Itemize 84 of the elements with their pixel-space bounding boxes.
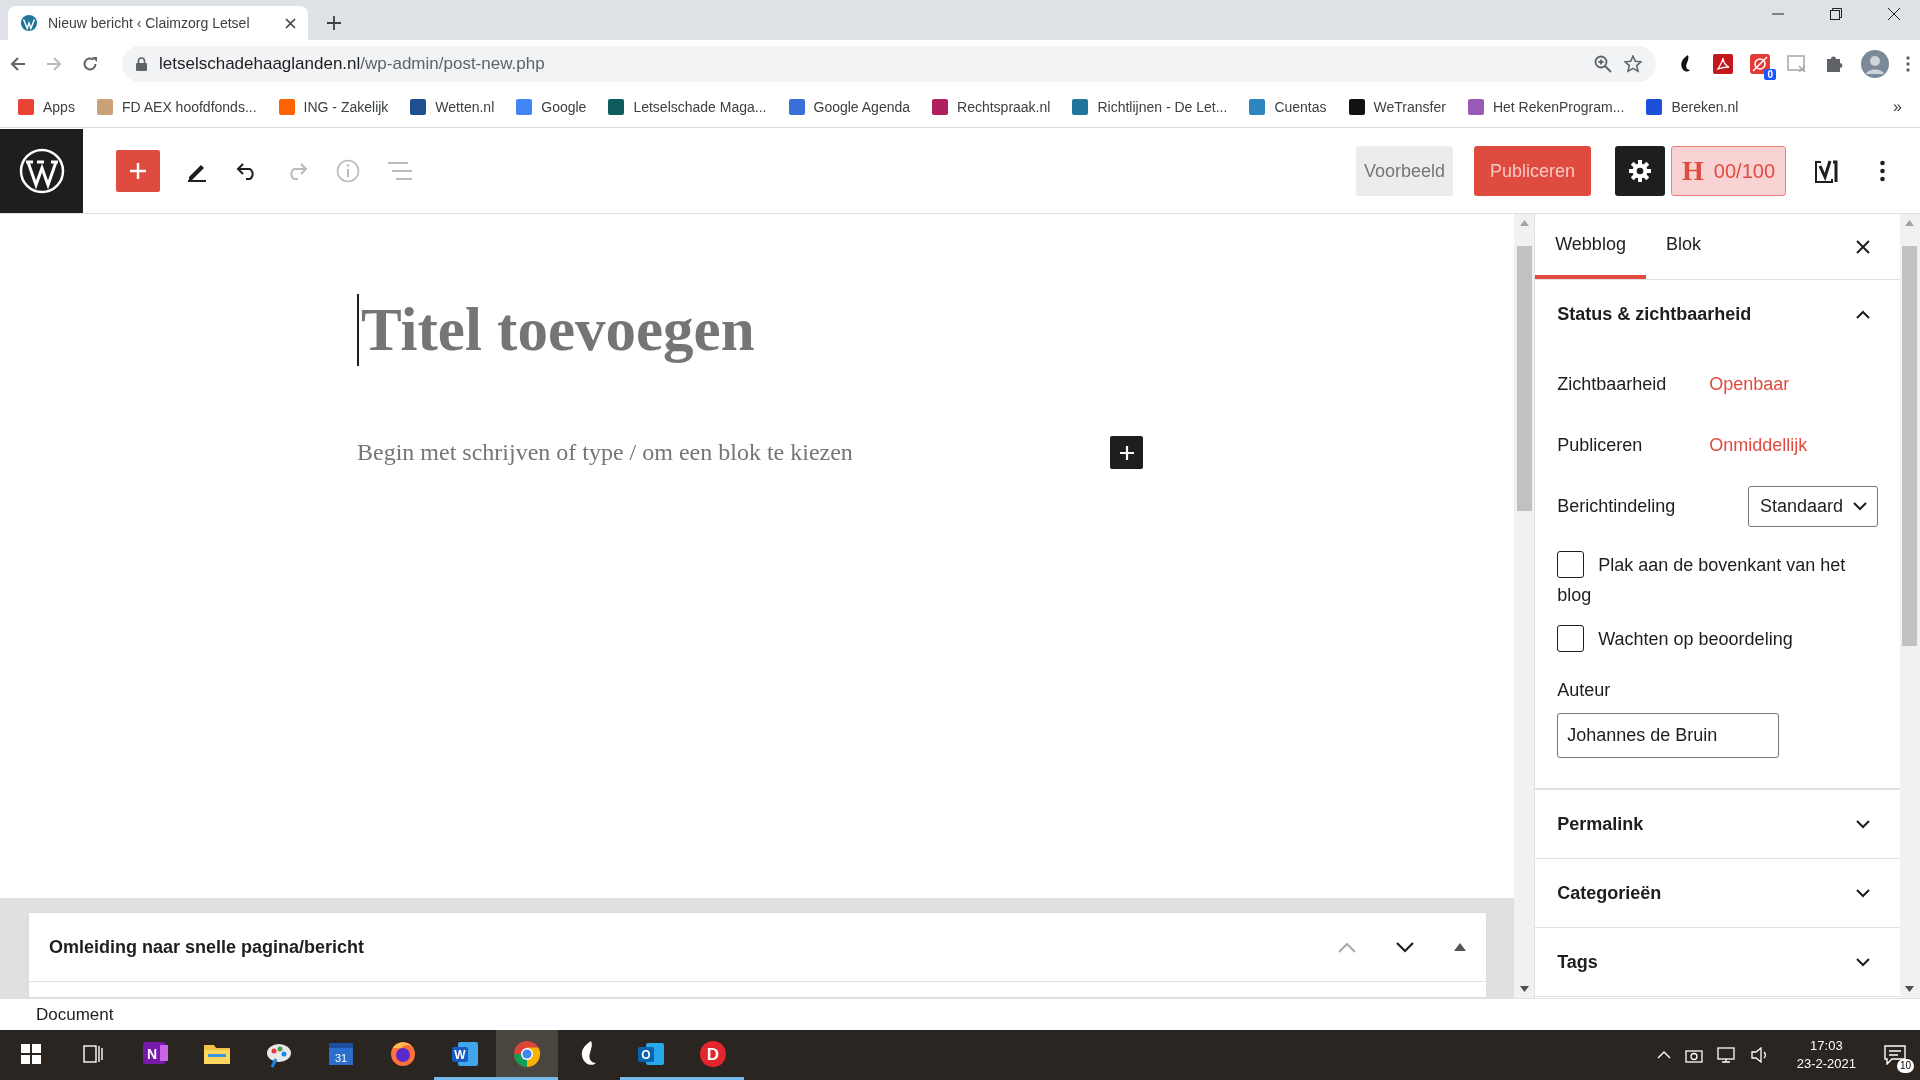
bookmark[interactable]: Richtlijnen - De Let... xyxy=(1072,99,1228,115)
bookmark[interactable]: Google xyxy=(516,99,587,115)
bookmark[interactable]: Google Agenda xyxy=(788,99,911,115)
reload-icon[interactable] xyxy=(82,55,98,72)
profile-avatar[interactable] xyxy=(1861,49,1889,78)
more-bookmarks[interactable]: » xyxy=(1893,98,1902,116)
close-tab-icon[interactable] xyxy=(285,17,296,29)
setting-link[interactable]: Openbaar xyxy=(1709,374,1790,395)
scroll-down-arrow-icon[interactable] xyxy=(1519,986,1529,993)
taskbar-app[interactable]: 31 xyxy=(310,1030,372,1080)
address-bar[interactable]: letselschadehaaglanden.nl/wp-admin/post-new.php xyxy=(122,45,1656,82)
bookmark[interactable]: Cuentas xyxy=(1249,99,1327,115)
scroll-down-arrow-icon[interactable] xyxy=(1905,986,1915,993)
scrollbar[interactable] xyxy=(1514,214,1535,999)
collapse-icon[interactable] xyxy=(1454,943,1467,952)
letter-circle-icon: D xyxy=(698,1038,728,1069)
browser-tab[interactable]: Nieuw bericht ‹ Claimzorg Letsel xyxy=(8,6,308,40)
panel-header[interactable]: Status & zichtbaarheid xyxy=(1535,280,1900,348)
author-field[interactable]: Johannes de Bruin xyxy=(1557,713,1780,758)
inline-add-block-button[interactable] xyxy=(1110,436,1143,469)
menu-icon[interactable] xyxy=(1906,55,1910,72)
show-hidden-icons-icon[interactable] xyxy=(1656,1051,1671,1060)
chevron-icon[interactable] xyxy=(1856,309,1870,319)
move-down-icon[interactable] xyxy=(1396,941,1415,953)
field-label: Zichtbaarheid xyxy=(1557,374,1668,395)
plus-icon xyxy=(1118,444,1135,461)
settings-button[interactable] xyxy=(1615,146,1666,196)
bookmark[interactable]: Apps xyxy=(18,99,75,115)
restore-icon[interactable] xyxy=(1830,8,1842,20)
scrollbar[interactable] xyxy=(1900,214,1920,999)
meta-box-title: Omleiding naar snelle pagina/bericht xyxy=(49,936,366,958)
field-label: Auteur xyxy=(1557,680,1612,701)
camera-icon[interactable] xyxy=(1684,1047,1703,1064)
new-tab-icon[interactable] xyxy=(326,15,342,31)
clock[interactable]: 17:03 23-2-2021 xyxy=(1796,1037,1856,1074)
notification-count: 10 xyxy=(1896,1059,1914,1074)
pdf-icon[interactable] xyxy=(1713,53,1733,74)
checkbox-label[interactable]: Plak aan de bovenkant van het blog xyxy=(1557,550,1878,610)
more-options-icon[interactable] xyxy=(1880,160,1885,182)
zoom-icon[interactable] xyxy=(1594,54,1612,73)
checkbox[interactable] xyxy=(1557,625,1585,652)
bookmark[interactable]: FD AEX hoofdfonds... xyxy=(96,99,257,115)
wordpress-icon xyxy=(20,14,38,32)
checkbox[interactable] xyxy=(1557,551,1585,578)
breadcrumb[interactable]: Document xyxy=(36,1004,114,1025)
bookmark[interactable]: WeTransfer xyxy=(1348,99,1446,115)
windows-logo-icon xyxy=(21,1043,41,1064)
paragraph-placeholder[interactable]: Begin met schrijven of type / om een blok te kiezen xyxy=(357,439,853,466)
format-select[interactable]: Standaard xyxy=(1748,485,1878,527)
lock-icon xyxy=(136,56,147,71)
preview-button[interactable]: Voorbeeld xyxy=(1355,146,1453,196)
bookmark[interactable]: ING - Zakelijk xyxy=(278,99,389,115)
add-block-button[interactable] xyxy=(116,150,160,192)
close-icon[interactable] xyxy=(1856,239,1870,254)
taskbar-app[interactable]: N xyxy=(124,1030,186,1080)
sidebar-tab[interactable]: Blok xyxy=(1645,214,1721,279)
wordpress-logo[interactable] xyxy=(0,129,83,213)
extension-badge: 0 xyxy=(1764,68,1776,80)
settings-icon xyxy=(1628,159,1653,183)
browser-app-icon xyxy=(512,1038,542,1069)
taskbar-app[interactable]: O xyxy=(620,1030,682,1080)
back-icon[interactable] xyxy=(10,55,26,72)
task-view-icon xyxy=(83,1044,103,1063)
plus-icon xyxy=(129,162,147,180)
taskbar-app[interactable]: D xyxy=(682,1030,744,1080)
chevron-icon[interactable] xyxy=(1856,888,1870,898)
sidebar-tab[interactable]: Webblog xyxy=(1535,214,1646,279)
close-window-icon[interactable] xyxy=(1888,8,1900,20)
volume-icon[interactable] xyxy=(1750,1047,1769,1064)
checkbox-label[interactable]: Wachten op beoordeling xyxy=(1557,624,1878,654)
chevron-icon[interactable] xyxy=(1856,957,1870,967)
setting-link[interactable]: Onmiddellijk xyxy=(1709,435,1808,456)
chevron-icon[interactable] xyxy=(1856,819,1870,829)
chevron-icon[interactable] xyxy=(1853,501,1867,511)
bookmark[interactable]: Bereken.nl xyxy=(1646,99,1739,115)
title-field[interactable]: Titel toevoegen xyxy=(357,294,755,366)
bookmark[interactable]: Wetten.nl xyxy=(410,99,495,115)
bookmark-star-icon[interactable] xyxy=(1624,54,1642,73)
bookmark[interactable]: Het RekenProgram... xyxy=(1467,99,1625,115)
network-icon[interactable] xyxy=(1716,1047,1737,1064)
bookmark[interactable]: Rechtspraak.nl xyxy=(932,99,1051,115)
field-label: Berichtindeling xyxy=(1557,495,1676,517)
field-label: Publiceren xyxy=(1557,435,1644,456)
bookmark[interactable]: Letselschade Maga... xyxy=(608,99,767,115)
